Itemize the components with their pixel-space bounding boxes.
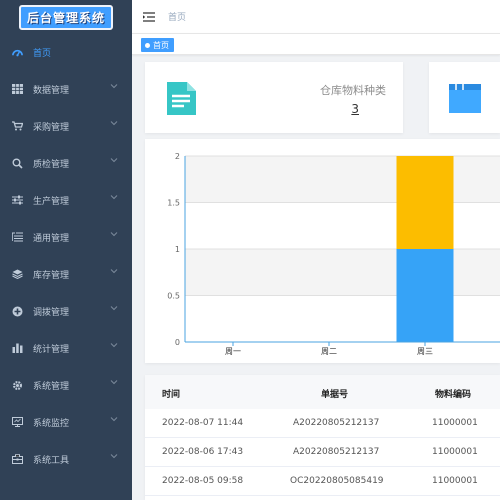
sidebar-item-tools[interactable]: 系统工具 <box>0 447 132 471</box>
bar-周三-series-2 <box>396 156 454 249</box>
sidebar-item-label: 数据管理 <box>33 85 70 96</box>
x-tick-label: 周三 <box>417 347 433 356</box>
bar-chart: 0 0.5 1 1.5 2 周一 周二 周三 <box>167 152 500 356</box>
cell-time: 2022-08-07 11:44 <box>162 418 244 428</box>
stat-title: 仓库物料种类 <box>320 84 386 97</box>
cell-time: 2022-08-05 09:58 <box>162 476 244 486</box>
sidebar-item-label: 首页 <box>33 48 52 59</box>
sidebar-item-label: 调拨管理 <box>33 307 70 318</box>
cart-icon <box>11 121 23 131</box>
x-tick-label: 周一 <box>225 347 241 356</box>
grid-icon <box>11 84 23 94</box>
sidebar-item-label: 生产管理 <box>33 196 70 207</box>
cell-doc-no: OC20220805085419 <box>290 476 384 486</box>
active-dot <box>145 42 150 48</box>
sidebar-item-general[interactable]: 通用管理 <box>0 225 132 249</box>
sliders-icon <box>11 195 23 205</box>
chevron-down-icon <box>110 304 118 314</box>
chevron-down-icon <box>110 267 118 277</box>
sidebar-item-quality[interactable]: 质检管理 <box>0 151 132 175</box>
breadcrumb[interactable]: 首页 <box>168 10 186 23</box>
table-row[interactable]: 2022-08-05 09:58 OC20220805085419 110000… <box>145 467 500 496</box>
search-icon <box>11 158 23 169</box>
table-row[interactable]: 2022-08-06 17:43 A20220805212137 1100000… <box>145 438 500 467</box>
transfer-icon <box>11 306 23 317</box>
column-header-material-code[interactable]: 物料编码 <box>435 387 471 400</box>
records-table: 时间 单据号 物料编码 2022-08-07 11:44 A2022080521… <box>145 375 500 500</box>
chevron-down-icon <box>110 378 118 388</box>
sidebar-item-data[interactable]: 数据管理 <box>0 77 132 101</box>
stat-value[interactable]: 3 <box>351 102 359 116</box>
sidebar-item-label: 通用管理 <box>33 233 70 244</box>
chart-bars <box>396 156 454 342</box>
chevron-down-icon <box>110 230 118 240</box>
cell-doc-no: A20220805212137 <box>293 447 380 457</box>
document-icon <box>164 81 199 116</box>
stat-card-2[interactable] <box>429 62 500 133</box>
chevron-down-icon <box>110 415 118 425</box>
cell-time: 2022-08-06 17:43 <box>162 447 244 457</box>
sidebar-item-transfer[interactable]: 调拨管理 <box>0 299 132 323</box>
sidebar-item-purchase[interactable]: 采购管理 <box>0 114 132 138</box>
column-header-doc-no[interactable]: 单据号 <box>321 387 348 400</box>
list-icon <box>11 232 23 242</box>
sidebar-item-label: 系统管理 <box>33 381 70 392</box>
sidebar-item-label: 采购管理 <box>33 122 70 133</box>
tag-home[interactable]: 首页 <box>141 38 174 52</box>
table-row[interactable]: 2022-08-07 11:44 A20220805212137 1100000… <box>145 409 500 438</box>
folder-icon <box>448 81 483 116</box>
gear-icon <box>11 380 23 391</box>
sidebar-item-label: 系统工具 <box>33 455 70 466</box>
bar-chart-icon <box>11 343 23 353</box>
sidebar-item-monitor[interactable]: 系统监控 <box>0 410 132 434</box>
sidebar-item-production[interactable]: 生产管理 <box>0 188 132 212</box>
chevron-down-icon <box>110 119 118 129</box>
cell-material-code: 11000001 <box>432 418 478 428</box>
cell-material-code: 11000001 <box>432 447 478 457</box>
table-header: 时间 单据号 物料编码 <box>145 375 500 409</box>
chevron-down-icon <box>110 452 118 462</box>
chevron-down-icon <box>110 82 118 92</box>
x-tick-label: 周二 <box>321 347 337 356</box>
chevron-down-icon <box>110 193 118 203</box>
dashboard-icon <box>11 47 23 58</box>
sidebar-item-system[interactable]: 系统管理 <box>0 373 132 397</box>
hamburger-icon[interactable] <box>143 11 155 22</box>
tags-view: 首页 <box>132 33 500 55</box>
chevron-down-icon <box>110 341 118 351</box>
sidebar-item-label: 质检管理 <box>33 159 70 170</box>
y-tick-label: 1 <box>175 245 180 254</box>
toolbox-icon <box>11 454 23 464</box>
sidebar-item-inventory[interactable]: 库存管理 <box>0 262 132 286</box>
logo-area: 后台管理系统 <box>0 0 132 34</box>
monitor-icon <box>11 417 23 427</box>
sidebar-item-label: 系统监控 <box>33 418 70 429</box>
logo[interactable]: 后台管理系统 <box>18 4 113 30</box>
sidebar-item-label: 库存管理 <box>33 270 70 281</box>
cell-doc-no: A20220805212137 <box>293 418 380 428</box>
tag-label: 首页 <box>153 40 169 50</box>
column-header-time[interactable]: 时间 <box>162 387 180 400</box>
bar-周三-series-1 <box>396 249 454 342</box>
sidebar-item-label: 统计管理 <box>33 344 70 355</box>
sidebar: 后台管理系统 首页 数据管理 采购管理 质检管理 生产管理 通用管理 库存管理 … <box>0 0 132 500</box>
y-tick-label: 2 <box>175 152 180 161</box>
layers-icon <box>11 269 23 279</box>
sidebar-item-statistics[interactable]: 统计管理 <box>0 336 132 360</box>
navbar: 首页 <box>132 0 500 33</box>
y-tick-label: 0.5 <box>167 292 180 301</box>
chevron-down-icon <box>110 156 118 166</box>
sidebar-item-home[interactable]: 首页 <box>0 40 132 64</box>
y-tick-label: 0 <box>175 338 180 347</box>
chart-card: 0 0.5 1 1.5 2 周一 周二 周三 <box>145 139 500 363</box>
cell-material-code: 11000001 <box>432 476 478 486</box>
stat-card-material-types[interactable]: 仓库物料种类 3 <box>145 62 403 133</box>
y-tick-label: 1.5 <box>167 199 180 208</box>
